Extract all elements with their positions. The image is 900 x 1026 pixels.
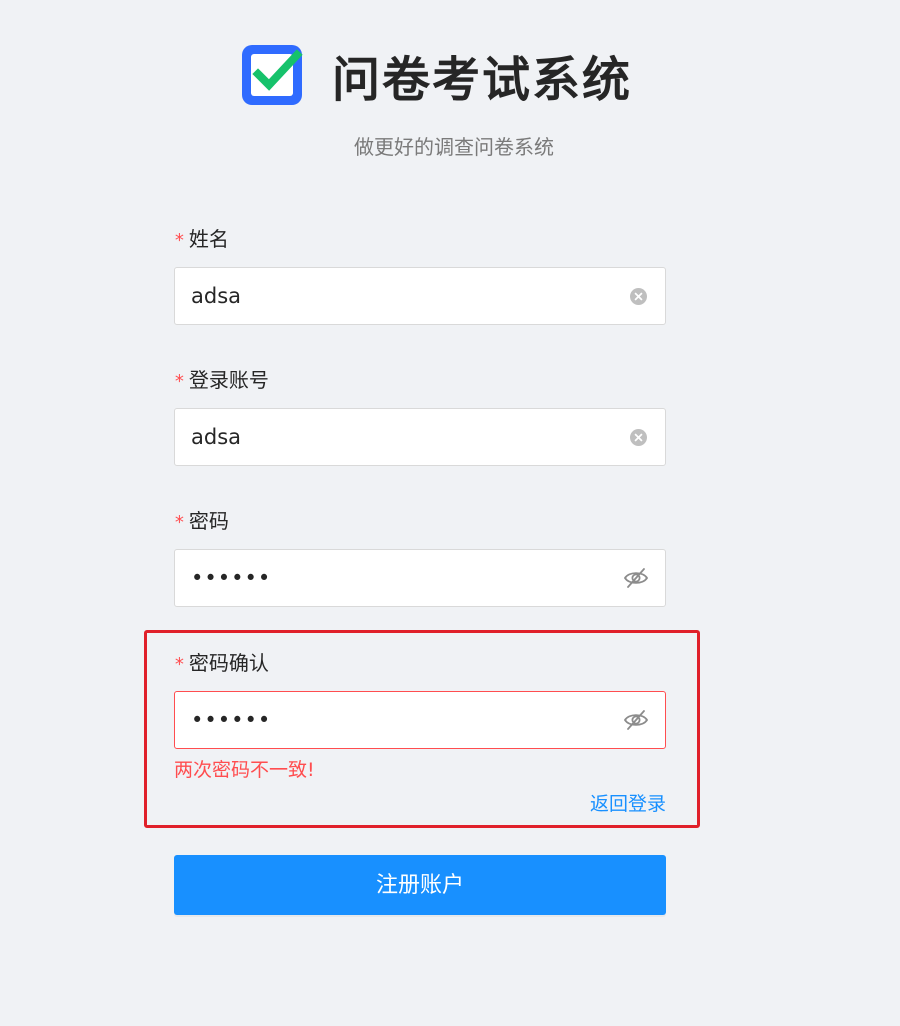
password-label: 密码	[188, 509, 229, 533]
eye-invisible-icon[interactable]	[623, 566, 649, 590]
password-input[interactable]: ••••••	[174, 549, 666, 607]
clear-circle-icon[interactable]	[630, 288, 647, 305]
account-label: 登录账号	[188, 368, 269, 392]
form-item-password: * 密码 ••••••	[174, 504, 666, 607]
name-input[interactable]: adsa	[174, 267, 666, 325]
password-input-value[interactable]: ••••••	[191, 550, 271, 606]
name-input-value[interactable]: adsa	[191, 268, 241, 324]
eye-invisible-icon[interactable]	[623, 708, 649, 732]
confirm-password-label: 密码确认	[188, 651, 269, 675]
account-label-row: * 登录账号	[174, 363, 666, 397]
brand: 问卷考试系统	[238, 40, 632, 110]
name-label: 姓名	[188, 227, 229, 251]
form-item-confirm-password: * 密码确认 •••••• 两次密码不一致!	[174, 646, 666, 782]
name-label-row: * 姓名	[174, 222, 666, 256]
confirm-password-input[interactable]: ••••••	[174, 691, 666, 749]
clear-circle-icon[interactable]	[630, 429, 647, 446]
app-title: 问卷考试系统	[331, 52, 632, 108]
account-input-value[interactable]: adsa	[191, 409, 241, 465]
back-to-login-link[interactable]: 返回登录	[590, 789, 666, 816]
checkbox-logo-icon	[241, 45, 303, 105]
required-mark: *	[174, 371, 185, 392]
password-label-row: * 密码	[174, 504, 666, 538]
required-mark: *	[174, 230, 185, 251]
confirm-password-input-value[interactable]: ••••••	[191, 692, 271, 748]
required-mark: *	[174, 512, 185, 533]
account-input[interactable]: adsa	[174, 408, 666, 466]
form-item-account: * 登录账号 adsa	[174, 363, 666, 466]
required-mark: *	[174, 654, 185, 675]
app-header: 问卷考试系统	[0, 40, 900, 113]
register-button[interactable]: 注册账户	[174, 855, 666, 915]
app-subtitle: 做更好的调查问卷系统	[354, 135, 554, 159]
form-item-name: * 姓名 adsa	[174, 222, 666, 325]
confirm-password-error: 两次密码不一致!	[174, 759, 315, 781]
confirm-password-label-row: * 密码确认	[174, 646, 666, 680]
